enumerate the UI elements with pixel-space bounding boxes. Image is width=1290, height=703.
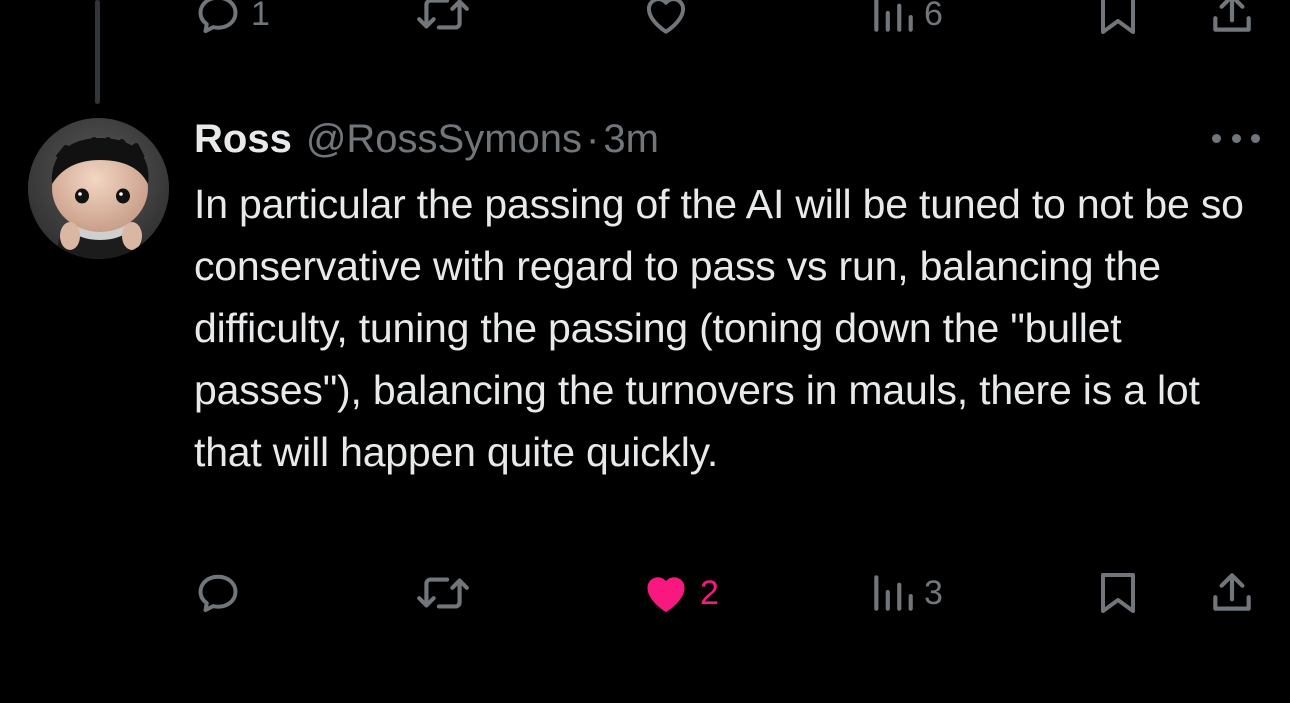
more-options-button[interactable] [1212, 126, 1260, 150]
avatar-image [28, 118, 169, 259]
previous-reply-button[interactable]: 1 [193, 0, 270, 44]
retweet-icon [417, 577, 469, 609]
share-icon [1213, 0, 1251, 32]
reply-icon [198, 0, 238, 34]
previous-bookmark-button[interactable] [1096, 0, 1140, 44]
heart-icon [647, 577, 685, 613]
views-icon [874, 0, 913, 32]
tweet-text: In particular the passing of the AI will… [194, 181, 1244, 475]
header-separator: · [586, 116, 600, 161]
bookmark-icon [1101, 0, 1135, 34]
previous-retweet-button[interactable] [414, 0, 480, 44]
views-icon [874, 575, 913, 611]
author-handle[interactable]: @RossSymons [306, 117, 582, 162]
author-name[interactable]: Ross [194, 117, 292, 162]
more-icon [1212, 133, 1221, 143]
previous-tweet-action-bar: 1 6 [0, 0, 1290, 44]
reply-button[interactable] [193, 563, 251, 623]
bookmark-button[interactable] [1096, 563, 1140, 623]
views-button[interactable]: 3 [870, 563, 943, 623]
tweet-action-bar: 2 3 [0, 563, 1290, 623]
like-button[interactable]: 2 [640, 563, 719, 623]
tweet-header: Ross @RossSymons · 3m [194, 114, 659, 164]
retweet-button[interactable] [414, 563, 480, 623]
previous-share-button[interactable] [1207, 0, 1257, 44]
share-button[interactable] [1207, 563, 1257, 623]
previous-like-button[interactable] [640, 0, 700, 44]
heart-icon [646, 0, 686, 34]
previous-views-button[interactable]: 6 [870, 0, 943, 44]
author-avatar[interactable] [28, 118, 169, 259]
more-icon-dot [1251, 133, 1260, 143]
share-icon [1213, 573, 1251, 611]
like-count: 2 [700, 574, 719, 612]
retweet-icon [417, 0, 469, 30]
previous-views-count: 6 [924, 0, 943, 33]
previous-reply-count: 1 [251, 0, 270, 33]
views-count: 3 [924, 574, 943, 612]
more-icon-dot [1231, 133, 1241, 143]
tweet-timestamp[interactable]: 3m [603, 117, 659, 162]
reply-icon [198, 574, 238, 613]
bookmark-icon [1101, 573, 1135, 613]
